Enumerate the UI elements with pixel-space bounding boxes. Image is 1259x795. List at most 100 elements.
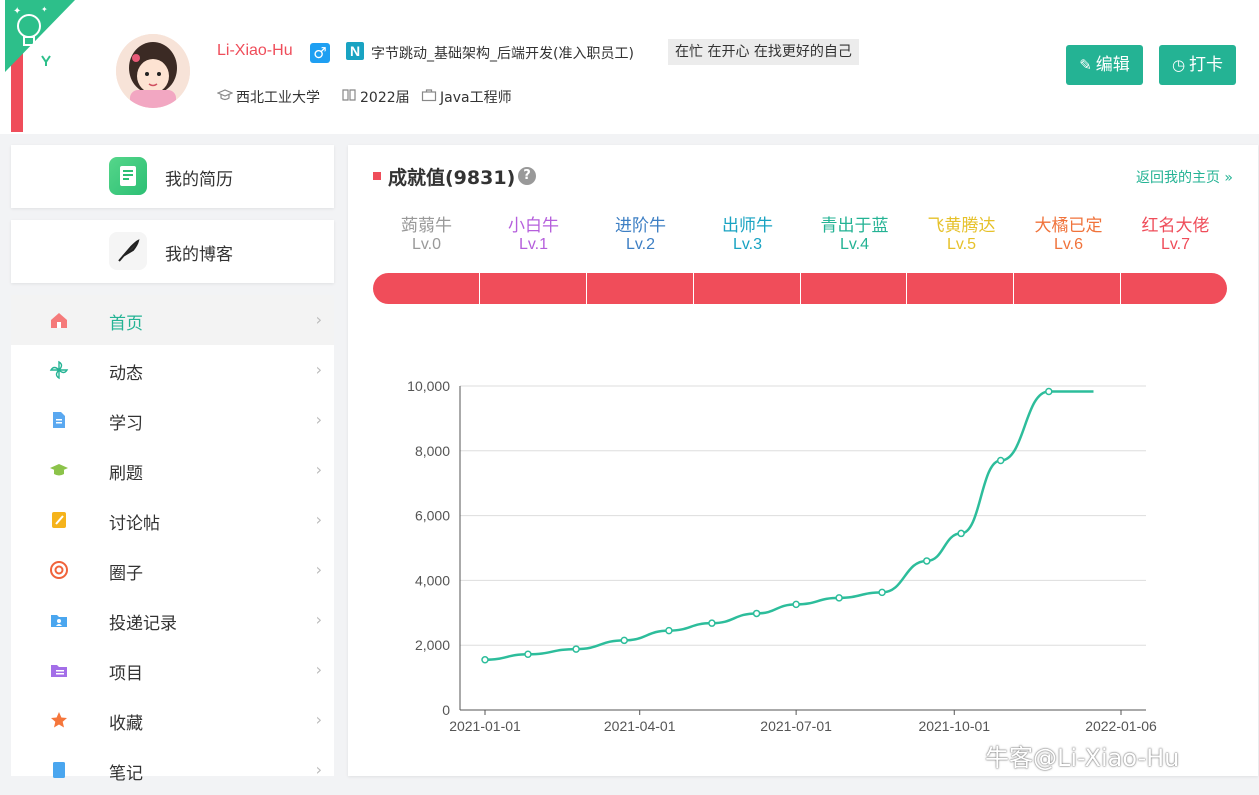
data-point [996,456,1005,465]
pencil-icon: ✎ [1079,56,1092,74]
data-point [792,600,800,609]
back-to-homepage-link[interactable]: 返回我的主页 » [1136,167,1233,187]
sidebar-item-label: 首页 [109,314,143,334]
resume-label: 我的简历 [165,170,233,190]
sidebar-item-3[interactable]: 学习 › [11,395,334,445]
briefcase-icon [421,88,437,106]
chevron-right-icon: › [315,410,322,429]
folder-person-icon [49,610,69,630]
help-icon[interactable]: ? [518,167,536,185]
data-point [524,650,532,659]
level-list: 蒟蒻牛 Lv.0 小白牛 Lv.1 进阶牛 Lv.2 出师牛 Lv.3 青出于蓝 Lv.4 飞黄腾达… [373,211,1229,254]
title-marker [373,172,381,180]
svg-text:✦: ✦ [41,5,48,14]
profile-header: ✦ ✦ Li-Xiao-Hu ♂ N 字节跳动_基础架构_后端开发(准入职员工)… [0,0,1259,134]
level-progress-bar [373,273,1227,304]
edit-button[interactable]: ✎ 编辑 [1066,45,1143,85]
level-name: 飞黄腾达 [927,216,996,236]
sidebar-item-label: 项目 [109,664,143,684]
school-info: 西北工业大学 [216,87,320,107]
y-tick-label: 6,000 [415,508,450,524]
chevron-right-icon: › [315,460,322,479]
data-point [923,557,931,565]
blog-card[interactable]: 我的博客 [11,220,334,283]
x-tick-label: 2021-07-01 [760,718,832,734]
chevron-right-icon: › [315,660,322,679]
sidebar-item-2[interactable]: 动态 › [11,345,334,395]
series-line [484,390,1094,662]
achievement-line-chart: 0 2,000 4,000 6,000 8,000 10,000 2021-01-01 202… [407,378,1157,734]
x-tick-label: 2021-10-01 [918,718,990,734]
note-pencil-icon [49,510,69,530]
progress-segment [373,273,480,304]
book-icon [341,88,357,106]
sidebar-item-1[interactable]: 首页 › [11,295,334,345]
sidebar-nav: 首页 › 动态 › 学习 › 刷题 › 讨论帖 › 圈子 › 投递记录 › 项目 › 收藏 › 笔记 › [11,295,334,784]
sidebar-item-label: 圈子 [109,564,143,584]
data-point [708,619,716,627]
chevron-right-icon: › [315,310,322,329]
level-name: 进阶牛 [615,216,666,236]
x-tick-label: 2021-01-01 [449,718,521,734]
sidebar-item-label: 刷题 [109,464,143,484]
svg-text:✦: ✦ [13,6,21,17]
level-number: Lv.6 [1053,236,1084,253]
job-title: Java工程师 [440,90,512,106]
sidebar-item-label: 收藏 [109,714,143,734]
sidebar-item-label: 投递记录 [109,614,177,634]
male-gender-icon: ♂ [310,43,330,63]
level-item: 进阶牛 Lv.2 [587,211,694,254]
chevron-right-icon: › [315,560,322,579]
level-number: Lv.5 [946,236,977,253]
sidebar-item-6[interactable]: 圈子 › [11,545,334,595]
school-name: 西北工业大学 [236,90,320,106]
level-item: 出师牛 Lv.3 [694,211,801,254]
data-point [1045,387,1053,396]
progress-segment [480,273,587,304]
sidebar-item-8[interactable]: 项目 › [11,645,334,695]
home-icon [49,310,69,330]
chevron-right-icon: › [315,510,322,529]
feather-pen-icon [109,232,147,270]
level-number: Lv.1 [518,236,549,253]
sidebar-item-7[interactable]: 投递记录 › [11,595,334,645]
y-tick-label: 4,000 [415,572,450,588]
data-point [620,636,628,645]
pinwheel-icon [49,360,69,380]
level-number: Lv.2 [625,236,656,253]
avatar[interactable] [116,34,190,108]
resume-card[interactable]: 我的简历 [11,145,334,208]
star-icon [49,710,69,730]
graduation-cap-icon [49,460,69,480]
chevron-right-icon: › [315,360,322,379]
y-tick-label: 2,000 [415,637,450,653]
level-number: Lv.0 [411,236,442,253]
lightbulb-badge-icon: ✦ ✦ [5,0,75,72]
level-name: 蒟蒻牛 [401,216,452,236]
level-number: Lv.3 [732,236,763,253]
sidebar-item-9[interactable]: 收藏 › [11,695,334,745]
level-item: 红名大佬 Lv.7 [1122,211,1229,254]
document-icon [49,410,69,430]
y-tick-label: 10,000 [407,378,450,394]
progress-segment [587,273,694,304]
watermark: 牛客@Li-Xiao-Hu [985,744,1180,772]
level-item: 蒟蒻牛 Lv.0 [373,211,480,254]
sidebar-item-label: 动态 [109,364,143,384]
sidebar-item-5[interactable]: 讨论帖 › [11,495,334,545]
data-point [481,656,489,664]
target-circle-icon [49,560,69,580]
x-tick-label: 2021-04-01 [604,718,676,734]
level-name: 青出于蓝 [820,216,889,236]
graduation-year: 2022届 [360,90,410,106]
sidebar-item-4[interactable]: 刷题 › [11,445,334,495]
checkin-button[interactable]: ◷ 打卡 [1159,45,1236,85]
progress-segment [694,273,801,304]
blog-label: 我的博客 [165,245,233,265]
clock-icon: ◷ [1171,56,1186,74]
sidebar-item-10[interactable]: 笔记 › [11,745,334,795]
page-title: 成就值(9831) [388,167,516,189]
x-tick-label: 2022-01-06 [1085,718,1157,734]
job-info: Java工程师 [421,87,512,107]
username[interactable]: Li-Xiao-Hu [217,42,293,60]
